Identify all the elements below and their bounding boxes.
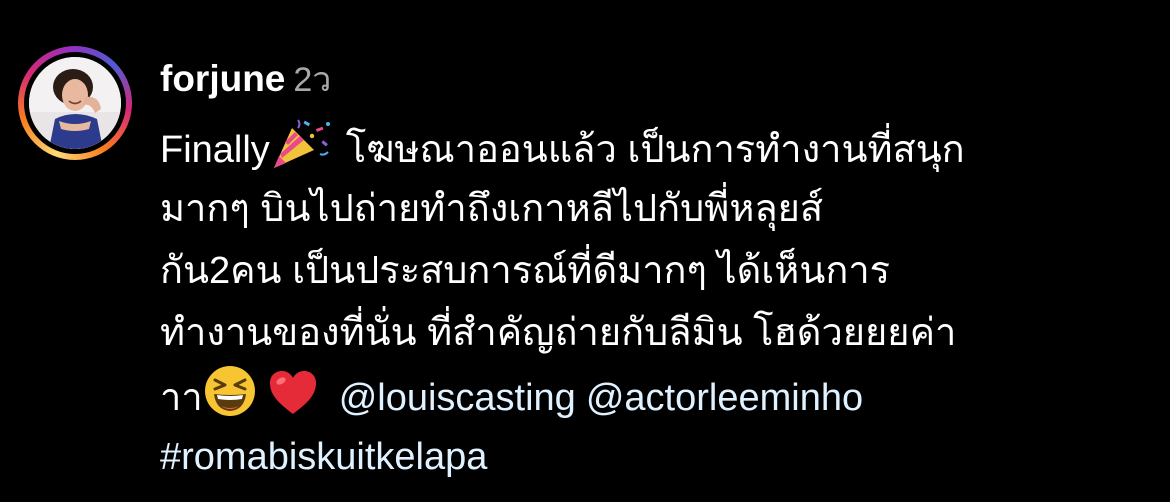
comment-text-segment: โฆษณาออนแล้ว เป็นการทำงานที่สนุก xyxy=(345,129,965,171)
comment: forjune 2ว Finally โฆษณาออนแล้ว เป็นการท… xyxy=(0,0,1170,502)
comment-line: กัน2คน เป็นประสบการณ์ที่ดีมากๆ ได้เห็นกา… xyxy=(160,250,891,292)
username[interactable]: forjune xyxy=(160,58,285,99)
comment-text-segment: าา xyxy=(160,377,203,419)
hashtag-link[interactable]: #romabiskuitkelapa xyxy=(160,436,487,478)
mention-link[interactable]: @louiscasting xyxy=(339,377,576,419)
party-popper-icon xyxy=(270,116,336,170)
comment-text: Finally โฆษณาออนแล้ว เป็นการทำงานที่สนุก… xyxy=(160,116,1140,488)
avatar[interactable] xyxy=(29,57,121,149)
avatar-image xyxy=(29,57,121,149)
comment-text-segment: Finally xyxy=(160,129,270,171)
comment-line: มากๆ บินไปถ่ายทำถึงเกาหลีไปกับพี่หลุยส์ xyxy=(160,188,824,230)
comment-line: Finally โฆษณาออนแล้ว เป็นการทำงานที่สนุก xyxy=(160,116,1140,178)
mention-link[interactable]: @actorleeminho xyxy=(586,377,863,419)
timestamp: 2ว xyxy=(293,61,332,99)
avatar-gap xyxy=(24,52,126,154)
story-ring[interactable] xyxy=(18,46,132,160)
grinning-squinting-face-icon xyxy=(203,364,257,418)
comment-line: าา @louiscasting @actorleeminho xyxy=(160,364,1140,426)
comment-header: forjune 2ว xyxy=(160,52,331,102)
comment-line: #romabiskuitkelapa xyxy=(160,426,1140,488)
comment-line: ทำงานของที่นั่น ที่สำคัญถ่ายกับลีมิน โฮด… xyxy=(160,312,957,354)
red-heart-icon xyxy=(267,368,319,418)
